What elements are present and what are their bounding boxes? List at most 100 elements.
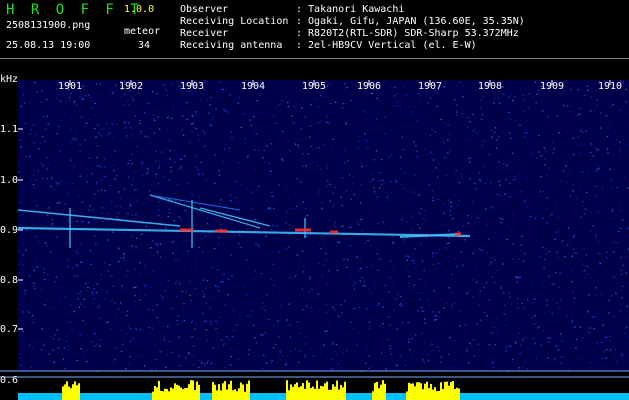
noise-pixel	[220, 224, 222, 226]
noise-pixel	[360, 156, 363, 158]
noise-pixel	[33, 285, 35, 287]
noise-pixel	[578, 152, 580, 155]
noise-pixel	[375, 242, 378, 244]
noise-pixel	[101, 207, 104, 209]
noise-pixel	[466, 215, 469, 217]
noise-pixel	[85, 283, 87, 285]
noise-pixel	[573, 154, 575, 156]
noise-pixel	[125, 121, 127, 123]
level-bar	[144, 395, 146, 400]
noise-pixel	[508, 96, 510, 98]
noise-pixel	[600, 127, 602, 129]
noise-pixel	[467, 223, 470, 225]
noise-pixel	[289, 150, 291, 152]
noise-pixel	[387, 195, 389, 197]
noise-pixel	[459, 81, 461, 83]
noise-pixel	[24, 309, 27, 311]
noise-pixel	[471, 329, 473, 331]
noise-pixel	[445, 174, 447, 177]
level-bar	[556, 395, 558, 400]
noise-pixel	[410, 216, 413, 219]
noise-pixel	[492, 347, 494, 349]
noise-pixel	[509, 196, 511, 198]
noise-pixel	[567, 227, 570, 229]
noise-pixel	[105, 115, 108, 118]
level-bar	[412, 383, 414, 400]
noise-pixel	[346, 86, 348, 89]
noise-pixel	[85, 167, 88, 169]
noise-pixel	[537, 89, 539, 91]
noise-pixel	[529, 215, 532, 218]
noise-pixel	[292, 121, 295, 123]
noise-pixel	[475, 132, 478, 134]
noise-pixel	[389, 180, 392, 183]
level-bar	[184, 388, 186, 400]
level-bar	[480, 395, 482, 400]
noise-pixel	[583, 270, 586, 272]
noise-pixel	[555, 199, 557, 201]
noise-pixel	[33, 282, 35, 284]
noise-pixel	[496, 193, 499, 195]
level-bar	[64, 384, 66, 400]
noise-pixel	[559, 333, 562, 335]
noise-pixel	[471, 296, 474, 298]
noise-pixel	[309, 125, 312, 127]
noise-pixel	[583, 238, 585, 240]
noise-pixel	[388, 156, 390, 158]
noise-pixel	[578, 186, 581, 188]
level-bar	[436, 391, 438, 400]
noise-pixel	[424, 322, 427, 324]
noise-pixel	[145, 244, 147, 246]
noise-pixel	[331, 368, 334, 370]
noise-pixel	[35, 186, 38, 188]
noise-pixel	[322, 144, 325, 146]
noise-pixel	[231, 148, 233, 150]
noise-pixel	[98, 138, 100, 140]
noise-pixel	[247, 154, 250, 156]
level-bar	[334, 386, 336, 400]
noise-pixel	[510, 118, 512, 120]
noise-pixel	[200, 238, 203, 240]
noise-pixel	[533, 298, 536, 300]
noise-pixel	[175, 296, 178, 298]
noise-pixel	[183, 303, 185, 305]
noise-pixel	[80, 243, 82, 245]
noise-pixel	[126, 332, 129, 335]
noise-pixel	[319, 120, 322, 122]
noise-pixel	[259, 111, 262, 114]
noise-pixel	[191, 336, 193, 338]
noise-pixel	[337, 315, 340, 317]
noise-pixel	[100, 189, 102, 191]
noise-pixel	[205, 287, 207, 289]
noise-pixel	[377, 99, 380, 102]
noise-pixel	[558, 216, 560, 219]
noise-pixel	[177, 337, 180, 339]
noise-pixel	[560, 362, 562, 364]
noise-pixel	[428, 161, 431, 163]
noise-pixel	[223, 343, 225, 345]
noise-pixel	[446, 302, 448, 305]
noise-pixel	[119, 288, 121, 290]
noise-pixel	[556, 252, 559, 254]
noise-pixel	[91, 100, 93, 102]
noise-pixel	[191, 194, 194, 196]
noise-pixel	[139, 328, 141, 331]
noise-pixel	[211, 266, 214, 268]
noise-pixel	[126, 310, 129, 312]
level-bar	[484, 395, 486, 400]
noise-pixel	[364, 285, 366, 287]
level-bar	[126, 394, 128, 400]
noise-pixel	[353, 355, 356, 357]
noise-pixel	[123, 222, 125, 224]
noise-pixel	[32, 183, 35, 186]
noise-pixel	[609, 125, 612, 127]
noise-pixel	[596, 99, 598, 101]
noise-pixel	[497, 270, 499, 272]
noise-pixel	[149, 340, 152, 342]
noise-pixel	[210, 321, 212, 323]
noise-pixel	[255, 250, 258, 252]
noise-pixel	[208, 271, 211, 273]
noise-pixel	[488, 299, 491, 301]
noise-pixel	[625, 272, 628, 274]
noise-pixel	[382, 221, 384, 223]
